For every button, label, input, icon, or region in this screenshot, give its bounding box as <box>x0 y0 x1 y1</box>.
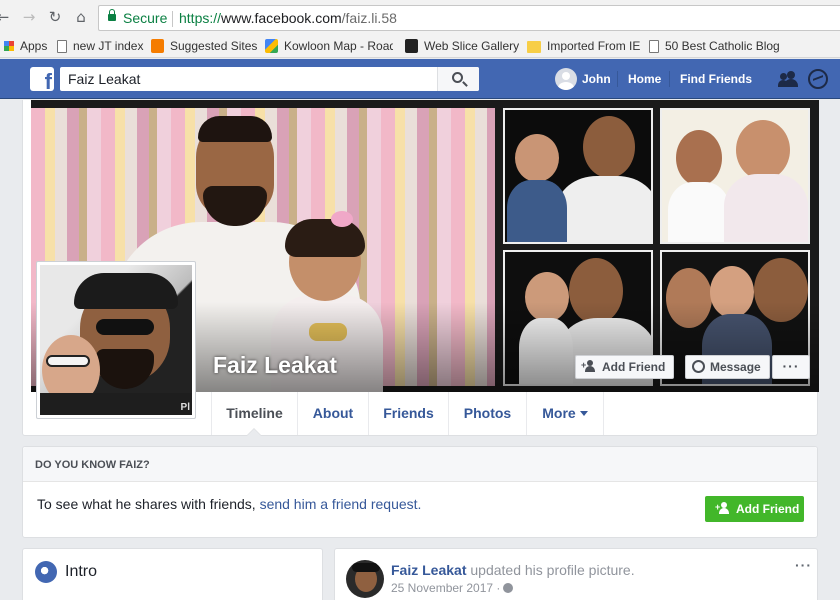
tab-photos[interactable]: Photos <box>448 392 526 435</box>
home-link[interactable]: Home <box>628 72 661 86</box>
map-icon <box>265 39 278 53</box>
suggested-sites-icon <box>151 39 164 53</box>
cover-collage-tile <box>503 108 653 244</box>
back-arrow-icon[interactable]: ← <box>0 8 12 26</box>
address-bar[interactable]: Secure https://www.facebook.com/faiz.li.… <box>98 5 840 31</box>
tab-more-label: More <box>542 405 576 421</box>
bookmark-label: 50 Best Catholic Blog <box>665 39 780 53</box>
friend-requests-icon[interactable] <box>778 70 798 88</box>
profile-header-card: Faiz Leakat + Add Friend Message ··· Pl T… <box>22 100 819 436</box>
post-options-button[interactable]: ··· <box>795 557 812 573</box>
messenger-icon[interactable] <box>808 69 828 89</box>
post-action-text: updated his profile picture. <box>470 562 635 578</box>
profile-picture[interactable]: Pl <box>36 261 196 419</box>
tab-more[interactable]: More <box>526 392 604 435</box>
friend-request-link[interactable]: send him a friend request. <box>260 496 422 512</box>
add-friend-green-label: Add Friend <box>736 502 800 516</box>
add-friend-icon: + <box>581 360 596 372</box>
profile-name[interactable]: Faiz Leakat <box>213 352 337 379</box>
intro-card: Intro <box>22 548 323 600</box>
active-tab-indicator <box>246 428 262 436</box>
bookmark-label: new JT index <box>73 39 144 53</box>
nav-divider <box>617 71 618 87</box>
add-friend-label: Add Friend <box>602 360 666 374</box>
bookmark-apps[interactable]: Apps <box>4 38 47 54</box>
user-avatar[interactable] <box>555 68 577 90</box>
do-you-know-text: To see what he shares with friends, send… <box>37 496 421 512</box>
url-protocol: https:// <box>179 10 222 26</box>
add-friend-icon: + <box>715 502 730 514</box>
search-icon <box>452 72 463 83</box>
chevron-down-icon <box>579 411 588 416</box>
search-input[interactable] <box>60 67 438 91</box>
web-slice-icon <box>405 39 418 53</box>
url-host: www.facebook.com <box>221 10 342 26</box>
bookmark-web-slice-gallery[interactable]: Web Slice Gallery <box>405 38 519 54</box>
intro-title: Intro <box>65 563 98 580</box>
bookmark-label: Suggested Sites <box>170 39 258 53</box>
url-text[interactable]: https://www.facebook.com/faiz.li.58 <box>179 10 397 26</box>
tab-friends[interactable]: Friends <box>368 392 448 435</box>
folder-icon <box>527 41 541 53</box>
profile-picture-badge: Pl <box>180 402 190 413</box>
do-you-know-header: DO YOU KNOW FAIZ? <box>23 447 817 482</box>
more-options-button[interactable]: ··· <box>772 355 810 379</box>
page-icon <box>57 40 67 53</box>
reload-icon[interactable]: ↻ <box>46 8 64 26</box>
home-icon[interactable]: ⌂ <box>72 8 90 26</box>
bookmark-imported-from-ie[interactable]: Imported From IE <box>527 38 640 54</box>
do-you-know-card: DO YOU KNOW FAIZ? To see what he shares … <box>22 446 818 538</box>
post-header: Faiz Leakat updated his profile picture. <box>391 562 635 578</box>
bookmark-label: Imported From IE <box>547 39 641 53</box>
search-box <box>60 67 479 91</box>
post-author-avatar[interactable] <box>346 560 384 598</box>
post-card: Faiz Leakat updated his profile picture.… <box>334 548 818 600</box>
secure-label: Secure <box>123 10 168 26</box>
bookmark-50-best-catholic[interactable]: 50 Best Catholic Blog <box>649 38 840 54</box>
message-button[interactable]: Message <box>685 355 770 379</box>
bookmark-label: Kowloon Map - Road <box>284 39 393 53</box>
bookmark-kowloon-map[interactable]: Kowloon Map - Road <box>265 38 393 54</box>
bookmark-label: Web Slice Gallery <box>424 39 520 53</box>
bookmark-new-jt-index[interactable]: new JT index <box>57 38 143 54</box>
bookmark-label: Apps <box>20 39 48 53</box>
messenger-icon <box>692 360 705 373</box>
post-timestamp[interactable]: 25 November 2017 · <box>391 581 514 595</box>
do-you-know-message: To see what he shares with friends, <box>37 496 256 512</box>
bookmark-suggested-sites[interactable]: Suggested Sites <box>151 38 257 54</box>
add-friend-button[interactable]: + Add Friend <box>575 355 675 379</box>
page-icon <box>649 40 659 53</box>
facebook-top-bar: f John Home Find Friends <box>0 59 840 99</box>
address-separator <box>172 11 173 27</box>
browser-toolbar: ← → ↻ ⌂ Secure https://www.facebook.com/… <box>0 0 840 34</box>
message-label: Message <box>710 360 761 374</box>
apps-grid-icon <box>4 41 14 51</box>
find-friends-link[interactable]: Find Friends <box>680 72 752 86</box>
lock-icon <box>108 9 116 22</box>
add-friend-green-button[interactable]: + Add Friend <box>705 496 804 522</box>
user-name-link[interactable]: John <box>582 72 611 86</box>
nav-divider <box>669 71 670 87</box>
tab-about[interactable]: About <box>297 392 368 435</box>
globe-icon <box>35 561 57 583</box>
facebook-logo-icon[interactable]: f <box>30 67 54 91</box>
post-author-name[interactable]: Faiz Leakat <box>391 562 466 578</box>
profile-picture-image: Pl <box>40 265 192 415</box>
post-date-text: 25 November 2017 · <box>391 581 501 595</box>
search-button[interactable] <box>437 67 479 91</box>
do-you-know-title: DO YOU KNOW FAIZ? <box>35 459 150 471</box>
url-path: /faiz.li.58 <box>341 10 397 26</box>
bookmarks-bar: Apps new JT index Suggested Sites Kowloo… <box>0 34 840 58</box>
forward-arrow-icon[interactable]: → <box>20 8 38 26</box>
cover-collage-tile <box>660 108 810 244</box>
public-globe-icon <box>503 583 514 593</box>
